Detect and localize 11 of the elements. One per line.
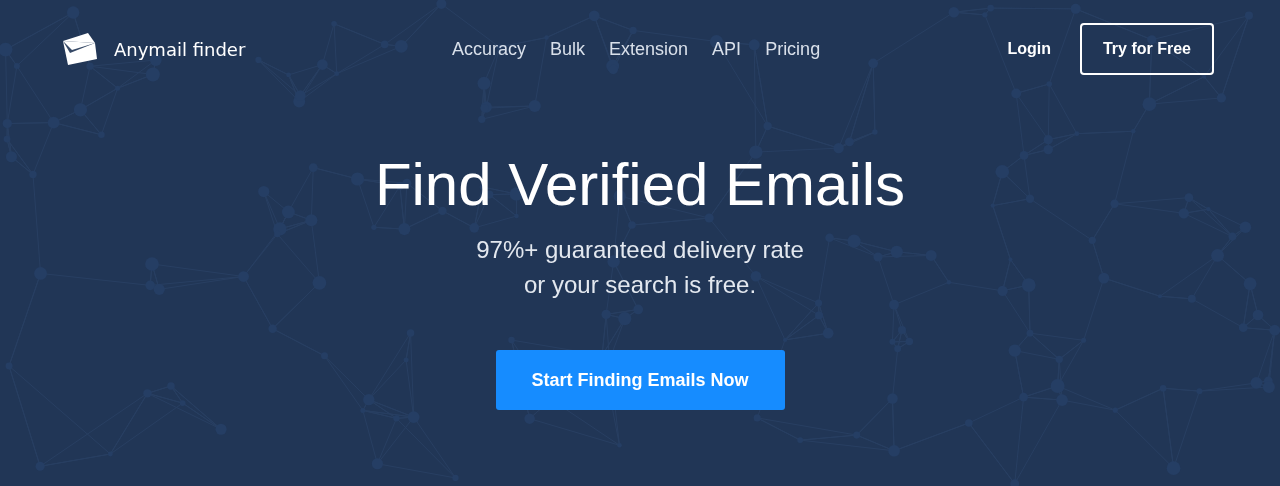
login-link[interactable]: Login: [1007, 40, 1051, 58]
nav-link[interactable]: Pricing: [765, 38, 821, 60]
nav-link[interactable]: API: [712, 38, 742, 60]
nav-link[interactable]: Extension: [609, 38, 689, 60]
brand-name[interactable]: Anymail finder: [114, 38, 246, 60]
nav-link[interactable]: Accuracy: [452, 38, 527, 60]
hero-subtitle: 97%+ guaranteed delivery rate or your search is free.: [476, 235, 804, 300]
nav-link[interactable]: Bulk: [550, 38, 586, 60]
try-for-free-button[interactable]: Try for Free: [1079, 23, 1214, 75]
hero-title: Find Verified Emails: [374, 150, 906, 220]
envelope-icon: [62, 31, 98, 67]
